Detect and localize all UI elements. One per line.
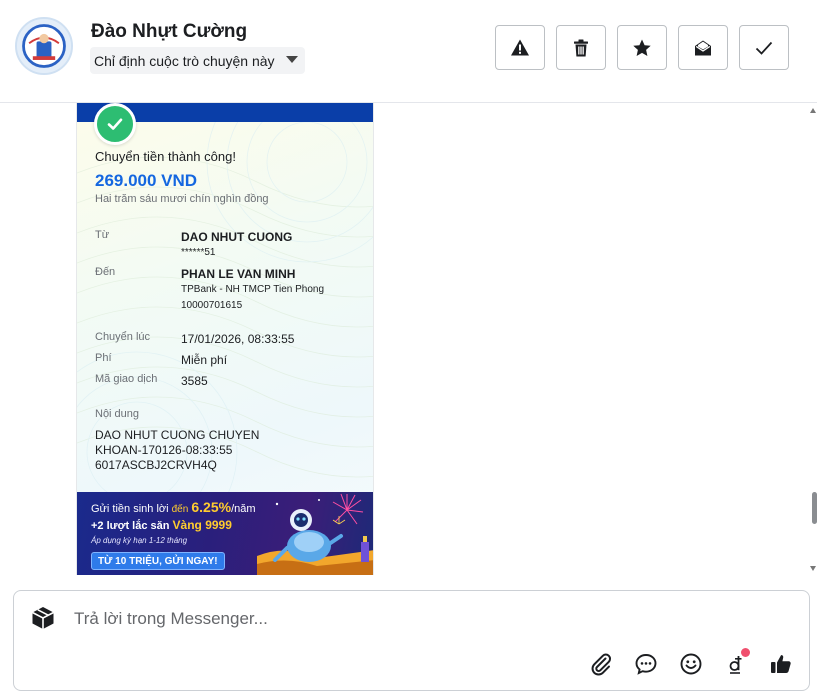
report-button[interactable] [495, 25, 545, 70]
receipt-title: Chuyển tiền thành công! [95, 149, 236, 164]
receipt-time-label: Chuyển lúc [95, 331, 151, 343]
saved-replies-button[interactable] [632, 650, 660, 678]
paperclip-icon [591, 653, 612, 676]
receipt-content-line: KHOAN-170126-08:33:55 [95, 443, 233, 457]
composer-actions [587, 648, 795, 678]
receipt-to-label: Đến [95, 266, 116, 278]
receipt-time-value: 17/01/2026, 08:33:55 [181, 332, 295, 346]
star-button[interactable] [617, 25, 667, 70]
receipt-content: DAO NHUT CUONG CHUYEN KHOAN-170126-08:33… [95, 428, 259, 473]
banner-line2: +2 lượt lắc săn Vàng 9999 [91, 518, 232, 532]
attach-file-button[interactable] [587, 650, 615, 678]
banner-line1-den: đến [171, 504, 189, 515]
banner-rate: 6.25% [191, 499, 232, 515]
receipt-from-name: DAO NHUT CUONG [181, 230, 293, 244]
scrollbar-thumb[interactable] [812, 492, 817, 524]
emoji-button[interactable] [677, 650, 705, 678]
receipt-txn-label: Mã giao dịch [95, 373, 158, 385]
scroll-down-arrow-icon[interactable] [810, 566, 816, 571]
caret-down-icon [285, 56, 298, 63]
checkmark-icon [107, 118, 123, 130]
receipt-fee-label: Phí [95, 352, 112, 364]
conversation-header: Đào Nhựt Cường Chỉ định cuộc trò chuyện … [0, 0, 817, 103]
receipt-from-account: ******51 [181, 247, 216, 258]
thumbs-up-icon [771, 655, 791, 673]
receipt-to-bank: TPBank - NH TMCP Tien Phong [181, 284, 325, 295]
delete-button[interactable] [556, 25, 606, 70]
mark-unread-button[interactable] [678, 25, 728, 70]
trash-icon [574, 39, 588, 56]
check-icon [755, 41, 773, 55]
receipt-amount: 269.000 VND [95, 171, 198, 190]
warning-icon [511, 39, 529, 55]
success-check-badge [94, 103, 136, 145]
avatar[interactable] [15, 17, 73, 75]
messenger-cube-icon [32, 607, 54, 629]
receipt-amount-words: Hai trăm sáu mươi chín nghìn đồng [95, 193, 269, 205]
star-icon [633, 39, 651, 56]
banner-mascot-illustration [257, 493, 373, 575]
receipt-txn-value: 3585 [181, 374, 208, 388]
reply-input[interactable] [74, 606, 774, 632]
assign-conversation-dropdown[interactable]: Chỉ định cuộc trò chuyện này [90, 47, 305, 74]
mark-done-button[interactable] [739, 25, 789, 70]
notification-dot [741, 648, 750, 657]
emoji-icon [680, 653, 702, 675]
promo-banner: Gửi tiền sinh lời đến 6.25%/năm +2 lượt … [77, 492, 373, 575]
banner-rate-unit: /năm [231, 503, 256, 515]
open-envelope-icon [695, 40, 711, 55]
reply-composer [13, 590, 810, 691]
banner-line2-prefix: +2 lượt lắc săn [91, 520, 170, 532]
receipt-fee-value: Miễn phí [181, 353, 228, 367]
send-like-button[interactable] [767, 650, 795, 678]
banner-line1: Gửi tiền sinh lời đến 6.25%/năm [91, 499, 256, 515]
conversation-toolbar [495, 25, 789, 70]
assign-label: Chỉ định cuộc trò chuyện này [94, 52, 275, 69]
scroll-up-arrow-icon[interactable] [810, 108, 816, 113]
banner-cta-button: TỪ 10 TRIỆU, GỬI NGAY! [91, 552, 225, 570]
banner-line3: Áp dụng kỳ hạn 1-12 tháng [91, 536, 188, 545]
receipt-content-line: DAO NHUT CUONG CHUYEN [95, 428, 260, 442]
banner-line1-prefix: Gửi tiền sinh lời [91, 503, 169, 515]
contact-name: Đào Nhựt Cường [91, 21, 248, 42]
receipt-to-name: PHAN LE VAN MINH [181, 267, 296, 281]
receipt-content-label: Nội dung [95, 408, 140, 420]
receipt-content-line: 6017ASCBJ2CRVH4Q [95, 458, 217, 472]
banner-gold-highlight: Vàng 9999 [172, 518, 232, 532]
chat-bubble-icon [635, 654, 657, 675]
avatar-image [17, 19, 71, 73]
conversation-view: Đào Nhựt Cường Chỉ định cuộc trò chuyện … [0, 0, 817, 697]
receipt-from-label: Từ [95, 229, 110, 241]
payment-request-button[interactable] [722, 648, 750, 678]
transfer-receipt-image[interactable]: Chuyển tiền thành công! 269.000 VND Hai … [76, 103, 374, 575]
receipt-to-account: 10000701615 [181, 300, 243, 311]
